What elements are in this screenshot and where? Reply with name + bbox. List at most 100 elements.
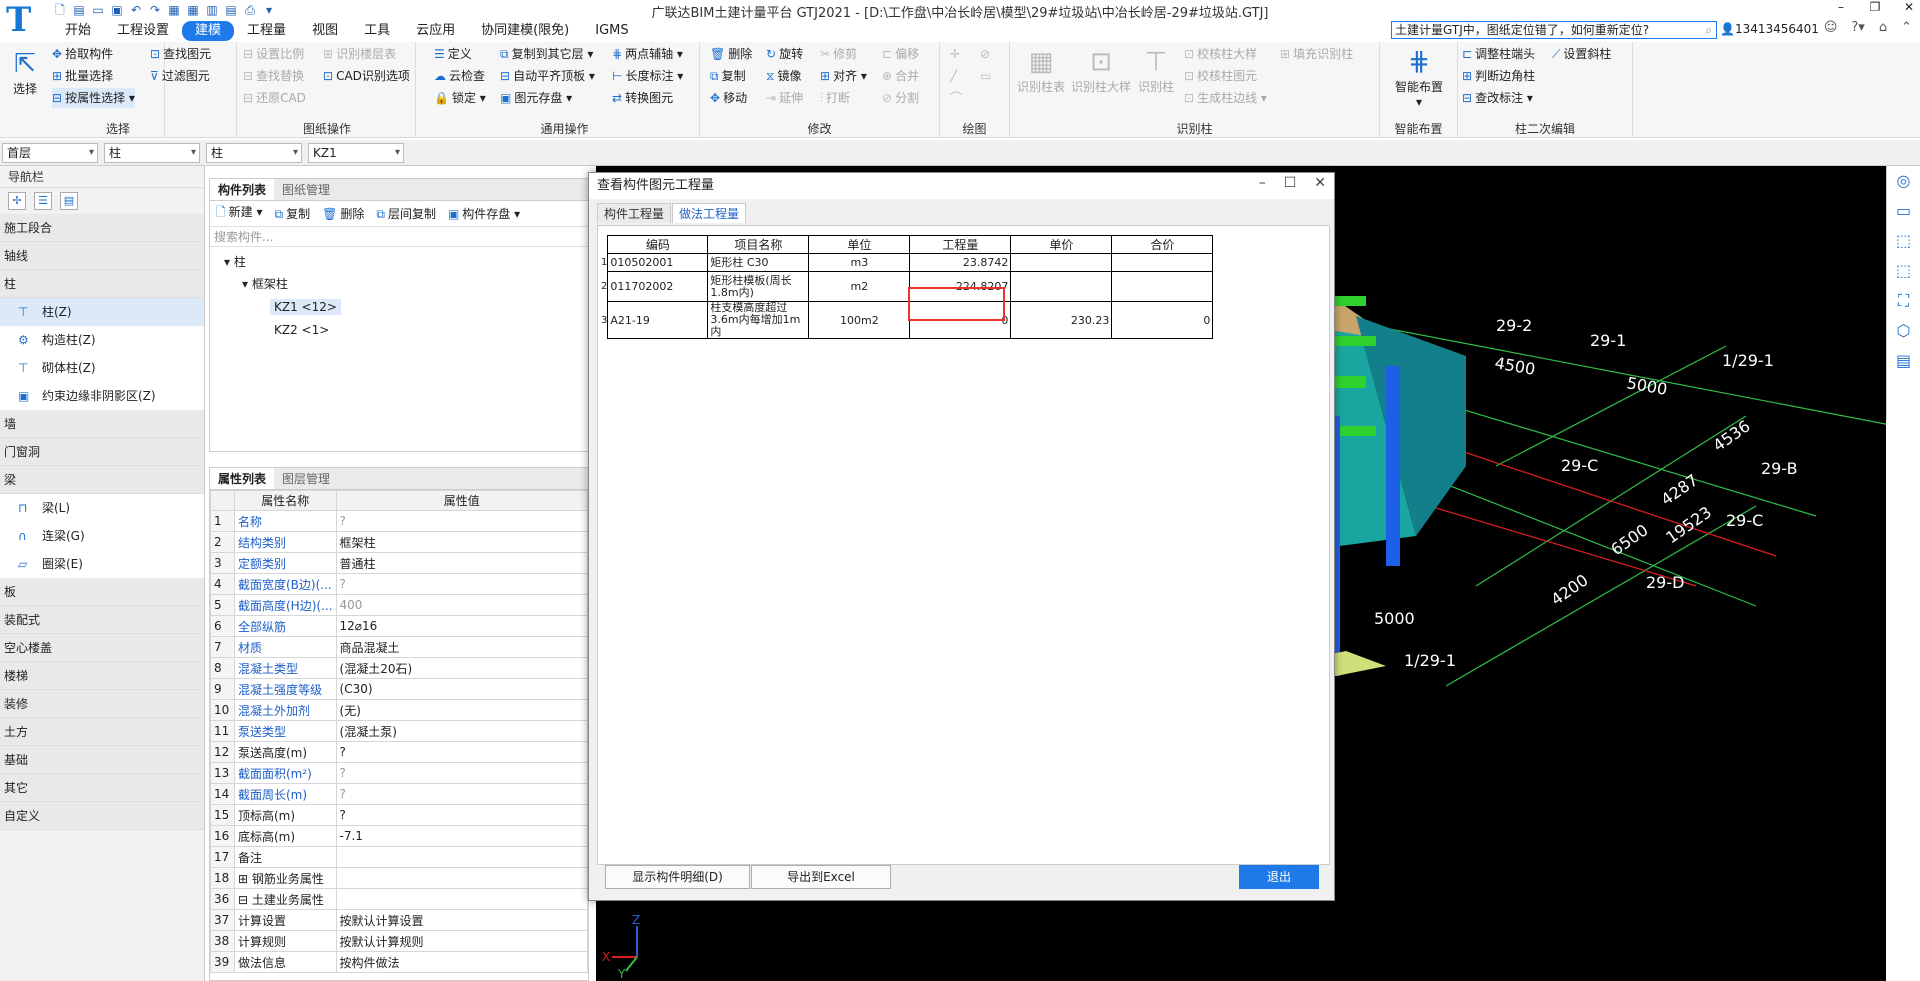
nav-item-constructional-column[interactable]: ⚙ 构造柱(Z) — [0, 326, 204, 354]
nav-item-masonry-column[interactable]: ⊤ 砌体柱(Z) — [0, 354, 204, 382]
arc-draw-icon[interactable]: ⌒ — [950, 88, 965, 108]
recognize-column-detail-button[interactable]: ⊡ 识别柱大样 — [1070, 46, 1132, 95]
type-select[interactable]: 柱 — [206, 143, 302, 163]
prop-value[interactable] — [335, 867, 589, 889]
tab-component-quantity[interactable]: 构件工程量 — [597, 203, 672, 223]
property-row[interactable]: 9 混凝土强度等级 (C30) — [210, 678, 589, 700]
menu-tools[interactable]: 工具 — [351, 21, 403, 41]
align-button[interactable]: ⊞ 对齐 ▾ — [820, 66, 867, 86]
prop-value[interactable] — [335, 846, 589, 868]
property-row[interactable]: 14 截面周长(m)? — [210, 783, 589, 805]
find-element-button[interactable]: ⊡ 查找图元 — [150, 44, 211, 64]
property-row[interactable]: 37 计算设置 按默认计算设置 — [210, 909, 589, 931]
nav-cat-custom[interactable]: 自定义 — [0, 802, 204, 830]
dialog-minimize-icon[interactable]: – — [1259, 175, 1266, 191]
prop-value[interactable]: (混凝土20石) — [335, 657, 589, 679]
property-row[interactable]: 3 定额类别 普通柱 — [210, 552, 589, 574]
property-row[interactable]: 38 计算规则 按默认计算规则 — [210, 930, 589, 952]
export-excel-button[interactable]: 导出到Excel — [751, 865, 891, 889]
grid-icon[interactable]: ▦ — [166, 2, 182, 18]
tree-item-kz1[interactable]: KZ1 <12> — [270, 299, 341, 315]
recognize-column-table-button[interactable]: ▦ 识别柱表 — [1016, 46, 1066, 95]
define-button[interactable]: ☰ 定义 — [434, 44, 472, 64]
rect-draw-icon[interactable]: ▭ — [980, 66, 994, 86]
nav-item-column[interactable]: ⊤ 柱(Z) — [0, 298, 204, 326]
move-button[interactable]: ✥ 移动 — [710, 88, 747, 108]
two-point-axis-button[interactable]: ⋕ 两点辅轴 ▾ — [612, 44, 683, 64]
prop-value[interactable] — [335, 888, 589, 910]
prop-value[interactable]: 框架柱 — [335, 531, 589, 553]
new-component-button[interactable]: 🗋 新建 ▾ — [216, 203, 263, 224]
merge-button[interactable]: ⊕ 合并 — [882, 66, 919, 86]
category-select[interactable]: 柱 — [104, 143, 200, 163]
nav-cat-prefab[interactable]: 装配式 — [0, 606, 204, 634]
exit-button[interactable]: 退出 — [1239, 865, 1319, 889]
property-row[interactable]: 2 结构类别 框架柱 — [210, 531, 589, 553]
grid2-icon[interactable]: ▦ — [185, 2, 201, 18]
property-row[interactable]: 36 ⊟ 土建业务属性 — [210, 888, 589, 910]
gen-column-edge-button[interactable]: ⊡ 生成柱边线 ▾ — [1184, 88, 1267, 108]
nav-cat-earthwork[interactable]: 土方 — [0, 718, 204, 746]
nav-cat-beam[interactable]: 梁 — [0, 466, 204, 494]
prop-value[interactable]: ? — [335, 573, 589, 595]
nav-cat-foundation[interactable]: 基础 — [0, 746, 204, 774]
quantity-row[interactable]: 1 010502001 矩形柱 C30 m3 23.8742 — [601, 253, 1214, 272]
component-save-button[interactable]: ▣ 构件存盘 ▾ — [448, 205, 520, 222]
cube-icon[interactable]: ⬚ — [1887, 256, 1920, 286]
edit-annotation-button[interactable]: ⊟ 查改标注 ▾ — [1462, 88, 1533, 108]
3d-box-icon[interactable]: ⬚ — [1887, 226, 1920, 256]
cloud-check-button[interactable]: ☁ 云检查 — [434, 66, 485, 86]
chart-icon[interactable]: ▤ — [223, 2, 239, 18]
recognize-floor-table-button[interactable]: ⊞ 识别楼层表 — [323, 44, 396, 64]
tab-drawing-manage[interactable]: 图纸管理 — [274, 179, 338, 200]
undo-icon[interactable]: ↶ — [128, 2, 144, 18]
check-column-detail-button[interactable]: ⊡ 校核柱大样 — [1184, 44, 1257, 64]
property-row[interactable]: 10 混凝土外加剂 (无) — [210, 699, 589, 721]
view-cube-icon[interactable]: ⬡ — [1887, 316, 1920, 346]
check-column-element-button[interactable]: ⊡ 校核柱图元 — [1184, 66, 1257, 86]
split-button[interactable]: ⊘ 分割 — [882, 88, 919, 108]
prop-value[interactable]: 12⌀16 — [335, 615, 589, 637]
nav-cat-stairs[interactable]: 楼梯 — [0, 662, 204, 690]
quantity-row[interactable]: 2 011702002 矩形柱模板(周长1.8m内) m2 224.8207 — [601, 271, 1214, 302]
notes-icon[interactable]: ▤ — [1887, 346, 1920, 376]
length-dim-button[interactable]: ⊢ 长度标注 ▾ — [612, 66, 683, 86]
print-icon[interactable]: ⎙ — [242, 2, 258, 18]
tab-component-list[interactable]: 构件列表 — [210, 179, 275, 200]
list-icon[interactable]: ☰ — [34, 192, 52, 210]
copy-to-floor-button[interactable]: ⧉ 复制到其它层 ▾ — [500, 44, 593, 64]
menu-cloud[interactable]: 云应用 — [403, 21, 468, 41]
menu-start[interactable]: 开始 — [52, 21, 104, 41]
prop-value[interactable]: (C30) — [335, 678, 589, 700]
property-row[interactable]: 12 泵送高度(m)? — [210, 741, 589, 763]
search-icon[interactable]: ⌕ — [1705, 22, 1712, 38]
prop-value[interactable]: ? — [335, 510, 589, 532]
prop-value[interactable]: 400 — [335, 594, 589, 616]
line-draw-icon[interactable]: ╱ — [950, 66, 960, 86]
point-draw-icon[interactable]: ✛ — [950, 44, 963, 64]
property-row[interactable]: 18 ⊞ 钢筋业务属性 — [210, 867, 589, 889]
property-row[interactable]: 16 底标高(m) -7.1 — [210, 825, 589, 847]
tab-property-list[interactable]: 属性列表 — [210, 468, 275, 489]
nav-cat-axis[interactable]: 轴线 — [0, 242, 204, 270]
pick-component-button[interactable]: ✥ 拾取构件 — [52, 44, 113, 64]
property-row[interactable]: 6 全部纵筋 12⌀16 — [210, 615, 589, 637]
orbit-icon[interactable]: ◎ — [1887, 166, 1920, 196]
quantity-row[interactable]: 3 A21-19 柱支模高度超过3.6m内每增加1m内 100m2 0 230.23 0 — [601, 301, 1214, 339]
auto-align-button[interactable]: ⊟ 自动平齐顶板 ▾ — [500, 66, 595, 86]
nav-cat-wall[interactable]: 墙 — [0, 410, 204, 438]
lock-button[interactable]: 🔒 锁定 ▾ — [434, 88, 486, 108]
convert-element-button[interactable]: ⇄ 转换图元 — [612, 88, 673, 108]
prop-value[interactable]: -7.1 — [335, 825, 589, 847]
tree-group[interactable]: ▾ 框架柱 — [242, 275, 288, 292]
new-doc-icon[interactable]: ▤ — [71, 2, 87, 18]
mirror-button[interactable]: ⧖ 镜像 — [766, 66, 801, 86]
2d-icon[interactable]: ▭ — [1887, 196, 1920, 226]
detail-list-icon[interactable]: ▤ — [60, 192, 78, 210]
prop-value[interactable]: 按默认计算设置 — [335, 909, 589, 931]
nav-cat-door-window[interactable]: 门窗洞 — [0, 438, 204, 466]
copy-component-button[interactable]: ⧉ 复制 — [275, 205, 311, 222]
break-button[interactable]: ⫶ 打断 — [820, 88, 850, 108]
set-slant-column-button[interactable]: ⟋ 设置斜柱 — [1552, 44, 1611, 64]
dialog-maximize-icon[interactable]: ☐ — [1284, 175, 1297, 191]
